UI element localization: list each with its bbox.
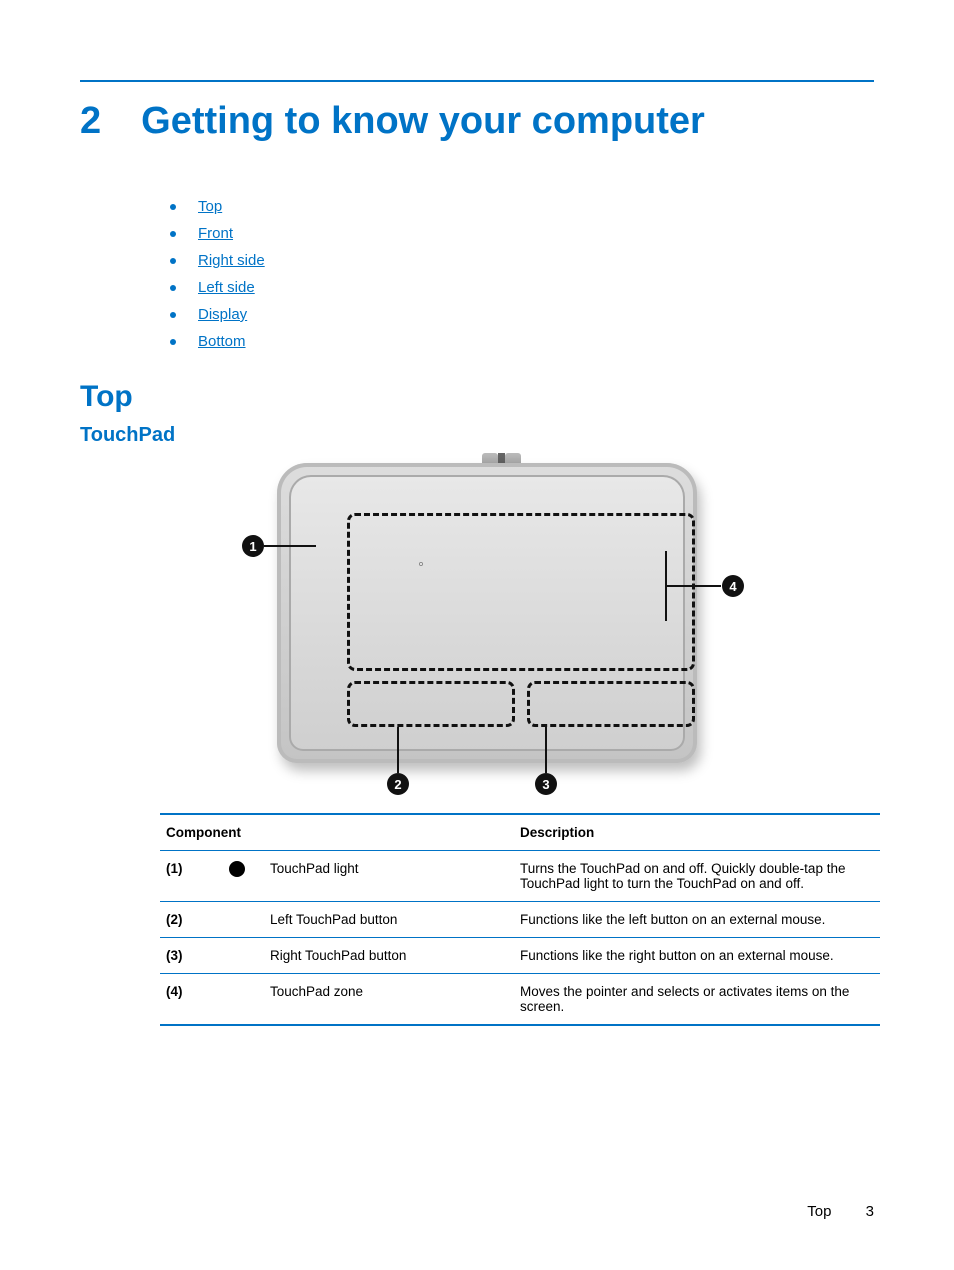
table-row: (1) TouchPad light Turns the TouchPad on… xyxy=(160,851,880,902)
touchpad-light-icon xyxy=(229,861,245,877)
row-desc: Turns the TouchPad on and off. Quickly d… xyxy=(514,851,880,902)
row-num: (4) xyxy=(160,974,210,1026)
toc-list: Top Front Right side Left side Display B… xyxy=(170,198,874,350)
toc-item[interactable]: Bottom xyxy=(170,333,874,350)
top-rule xyxy=(80,80,874,82)
table-header-description: Description xyxy=(514,814,880,851)
toc-item[interactable]: Top xyxy=(170,198,874,215)
bullet-icon xyxy=(170,204,176,210)
components-table: Component Description (1) TouchPad light… xyxy=(160,813,880,1026)
table-row: (3) Right TouchPad button Functions like… xyxy=(160,938,880,974)
row-num: (1) xyxy=(160,851,210,902)
toc-link-top[interactable]: Top xyxy=(198,198,222,215)
toc-link-front[interactable]: Front xyxy=(198,225,233,242)
row-name: TouchPad light xyxy=(264,851,514,902)
callout-3-icon: 3 xyxy=(535,773,557,795)
footer-section: Top xyxy=(807,1203,831,1220)
page-footer: Top 3 xyxy=(807,1203,874,1220)
toc-link-display[interactable]: Display xyxy=(198,306,247,323)
callout-2-icon: 2 xyxy=(387,773,409,795)
table-row: (4) TouchPad zone Moves the pointer and … xyxy=(160,974,880,1026)
subsection-heading-touchpad: TouchPad xyxy=(80,424,874,447)
row-num: (2) xyxy=(160,902,210,938)
bullet-icon xyxy=(170,258,176,264)
table-row: (2) Left TouchPad button Functions like … xyxy=(160,902,880,938)
toc-link-bottom[interactable]: Bottom xyxy=(198,333,246,350)
section-heading-top: Top xyxy=(80,380,874,414)
row-desc: Functions like the right button on an ex… xyxy=(514,938,880,974)
row-num: (3) xyxy=(160,938,210,974)
toc-item[interactable]: Front xyxy=(170,225,874,242)
row-name: Left TouchPad button xyxy=(264,902,514,938)
row-icon-cell xyxy=(210,851,264,902)
touchpad-diagram: 1 4 2 3 xyxy=(227,463,727,793)
toc-item[interactable]: Display xyxy=(170,306,874,323)
bullet-icon xyxy=(170,339,176,345)
row-name: Right TouchPad button xyxy=(264,938,514,974)
footer-page-number: 3 xyxy=(866,1203,874,1220)
bullet-icon xyxy=(170,312,176,318)
row-name: TouchPad zone xyxy=(264,974,514,1026)
toc-link-left-side[interactable]: Left side xyxy=(198,279,255,296)
chapter-number: 2 xyxy=(80,100,101,143)
callout-1-icon: 1 xyxy=(242,535,264,557)
chapter-heading: 2 Getting to know your computer xyxy=(80,100,874,143)
chapter-title: Getting to know your computer xyxy=(141,100,705,143)
toc-item[interactable]: Left side xyxy=(170,279,874,296)
bullet-icon xyxy=(170,231,176,237)
toc-link-right-side[interactable]: Right side xyxy=(198,252,265,269)
row-desc: Moves the pointer and selects or activat… xyxy=(514,974,880,1026)
table-header-component: Component xyxy=(160,814,514,851)
callout-4-icon: 4 xyxy=(722,575,744,597)
bullet-icon xyxy=(170,285,176,291)
row-desc: Functions like the left button on an ext… xyxy=(514,902,880,938)
toc-item[interactable]: Right side xyxy=(170,252,874,269)
